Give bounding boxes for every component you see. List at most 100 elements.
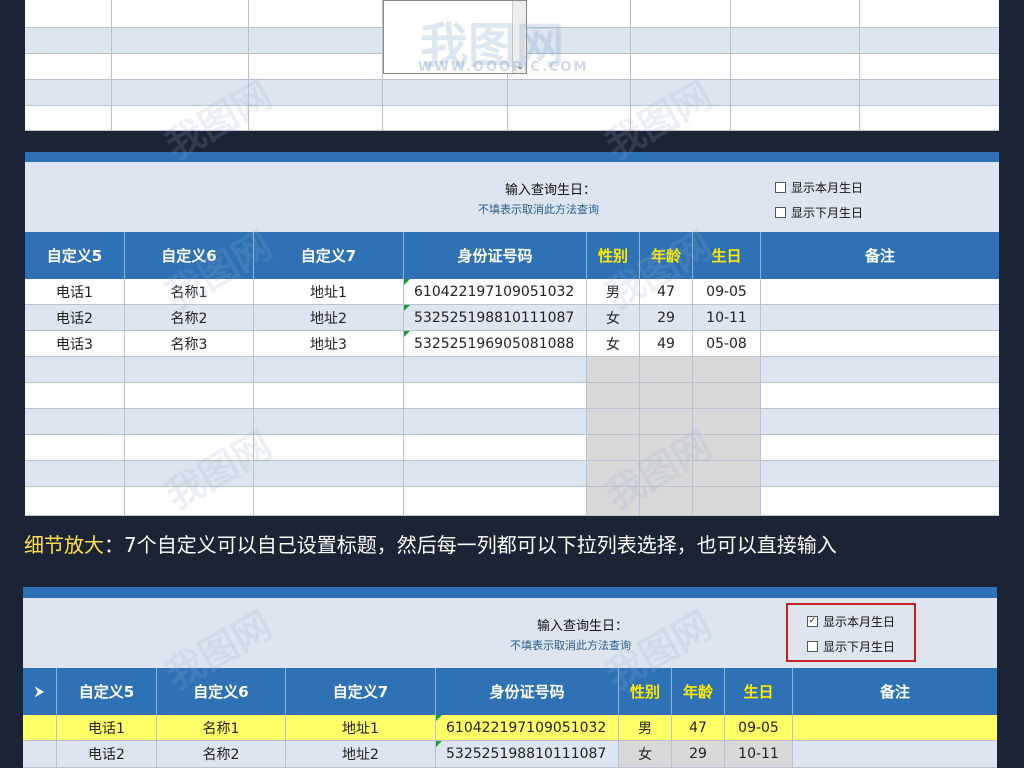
- header-partial: ⮞: [23, 668, 57, 715]
- cell-gender[interactable]: 女: [587, 331, 640, 356]
- header-id-number: 身份证号码: [404, 232, 587, 279]
- cell-note[interactable]: [793, 741, 997, 767]
- caption-text: ：7个自定义可以自己设置标题，然后每一列都可以下拉列表选择，也可以直接输入: [104, 533, 837, 557]
- cell-birthday[interactable]: 05-08: [693, 331, 761, 356]
- panel-top-bar: [23, 587, 997, 598]
- table-row[interactable]: [25, 435, 999, 461]
- header-birthday: 生日: [693, 232, 761, 279]
- text-number-indicator: [404, 305, 410, 311]
- query-label: 输入查询生日：: [505, 183, 597, 198]
- checkbox-this-month[interactable]: 显示本月生日: [775, 179, 863, 196]
- checkbox-next-month[interactable]: 显示下月生日: [775, 204, 863, 221]
- cell-custom7[interactable]: 地址2: [254, 305, 404, 330]
- cell-id-number[interactable]: 532525198810111087: [404, 305, 587, 330]
- cell-id-number[interactable]: 610422197109051032: [436, 715, 619, 740]
- cell-birthday[interactable]: 10-11: [725, 741, 793, 767]
- header-custom7: 自定义7: [254, 232, 404, 279]
- cell-gender[interactable]: 男: [587, 279, 640, 304]
- text-number-indicator: [436, 741, 442, 747]
- query-area: 输入查询生日： 不填表示取消此方法查询 显示本月生日 显示下月生日: [25, 162, 999, 232]
- cell-id-number[interactable]: 610422197109051032: [404, 279, 587, 304]
- cell-age[interactable]: 29: [640, 305, 693, 330]
- cell-note[interactable]: [761, 279, 999, 304]
- cell-id-text: 610422197109051032: [414, 283, 575, 300]
- cell-custom7[interactable]: 地址1: [286, 715, 436, 740]
- cell-custom6[interactable]: 名称1: [125, 279, 254, 304]
- cell-note[interactable]: [793, 715, 997, 740]
- cell-id-text: 532525198810111087: [414, 309, 575, 326]
- table-row[interactable]: 电话2 名称2 地址2 532525198810111087 女 29 10-1…: [23, 741, 997, 768]
- dropdown-list[interactable]: ⌄: [383, 0, 527, 74]
- cell-custom6[interactable]: 名称2: [125, 305, 254, 330]
- cell-birthday[interactable]: 10-11: [693, 305, 761, 330]
- query-hint: 不填表示取消此方法查询: [510, 639, 631, 652]
- cell-custom5[interactable]: 电话1: [25, 279, 125, 304]
- header-gender: 性别: [619, 668, 672, 715]
- cell-birthday[interactable]: 09-05: [693, 279, 761, 304]
- checkbox-box[interactable]: [775, 207, 786, 218]
- grid-row: [25, 106, 999, 131]
- cell-custom5[interactable]: 电话2: [57, 741, 157, 767]
- cell-partial[interactable]: [23, 715, 57, 740]
- header-gender: 性别: [587, 232, 640, 279]
- cell-custom7[interactable]: 地址1: [254, 279, 404, 304]
- table-header: 自定义5 自定义6 自定义7 身份证号码 性别 年龄 生日 备注: [25, 232, 999, 279]
- cell-id-text: 610422197109051032: [446, 719, 607, 736]
- query-hint: 不填表示取消此方法查询: [478, 203, 599, 216]
- cell-custom7[interactable]: 地址2: [286, 741, 436, 767]
- checkbox-label: 显示下月生日: [791, 206, 864, 220]
- table-row[interactable]: [25, 409, 999, 435]
- cell-custom6[interactable]: 名称3: [125, 331, 254, 356]
- cell-gender[interactable]: 男: [619, 715, 672, 740]
- header-custom6: 自定义6: [157, 668, 286, 715]
- table-row[interactable]: 电话1 名称1 地址1 610422197109051032 男 47 09-0…: [25, 279, 999, 305]
- cell-birthday[interactable]: 09-05: [725, 715, 793, 740]
- table-row[interactable]: 电话2 名称2 地址2 532525198810111087 女 29 10-1…: [25, 305, 999, 331]
- cell-age[interactable]: 29: [672, 741, 725, 767]
- table-header: ⮞ 自定义5 自定义6 自定义7 身份证号码 性别 年龄 生日 备注: [23, 668, 997, 715]
- top-grid-panel: ⌄: [25, 0, 999, 131]
- highlight-box: [786, 603, 916, 662]
- cell-custom5[interactable]: 电话3: [25, 331, 125, 356]
- header-id-number: 身份证号码: [436, 668, 619, 715]
- text-number-indicator: [404, 331, 410, 337]
- cell-partial[interactable]: [23, 741, 57, 767]
- header-custom5: 自定义5: [57, 668, 157, 715]
- cell-age[interactable]: 49: [640, 331, 693, 356]
- birthday-table-panel: 输入查询生日： 不填表示取消此方法查询 显示本月生日 显示下月生日 自定义5 自…: [25, 152, 999, 516]
- cell-note[interactable]: [761, 305, 999, 330]
- caption-prefix: 细节放大: [24, 533, 104, 557]
- cell-age[interactable]: 47: [640, 279, 693, 304]
- cell-age[interactable]: 47: [672, 715, 725, 740]
- header-note: 备注: [879, 683, 910, 701]
- grid-row: [25, 80, 999, 106]
- header-custom5: 自定义5: [25, 232, 125, 279]
- cell-custom6[interactable]: 名称2: [157, 741, 286, 767]
- cell-custom5[interactable]: 电话1: [57, 715, 157, 740]
- chevron-down-icon[interactable]: ⌄: [516, 62, 524, 72]
- cell-custom7[interactable]: 地址3: [254, 331, 404, 356]
- cell-id-number[interactable]: 532525196905081088: [404, 331, 587, 356]
- table-row[interactable]: [25, 461, 999, 487]
- header-birthday: 生日: [725, 668, 793, 715]
- table-row[interactable]: 电话3 名称3 地址3 532525196905081088 女 49 05-0…: [25, 331, 999, 357]
- cell-gender[interactable]: 女: [619, 741, 672, 767]
- cell-note[interactable]: [761, 331, 999, 356]
- cell-custom6[interactable]: 名称1: [157, 715, 286, 740]
- table-row[interactable]: [25, 487, 999, 516]
- header-age: 年龄: [640, 232, 693, 279]
- checkbox-box[interactable]: [775, 182, 786, 193]
- cell-id-number[interactable]: 532525198810111087: [436, 741, 619, 767]
- checkbox-label: 显示本月生日: [791, 181, 864, 195]
- cell-id-text: 532525196905081088: [414, 335, 575, 352]
- cell-gender[interactable]: 女: [587, 305, 640, 330]
- table-row[interactable]: [25, 357, 999, 383]
- header-custom7: 自定义7: [286, 668, 436, 715]
- cell-custom5[interactable]: 电话2: [25, 305, 125, 330]
- header-age: 年龄: [672, 668, 725, 715]
- cell-id-text: 532525198810111087: [446, 746, 607, 762]
- panel-top-bar: [25, 152, 999, 162]
- table-row[interactable]: [25, 383, 999, 409]
- table-row-highlighted[interactable]: 电话1 名称1 地址1 610422197109051032 男 47 09-0…: [23, 715, 997, 741]
- text-number-indicator: [436, 715, 442, 721]
